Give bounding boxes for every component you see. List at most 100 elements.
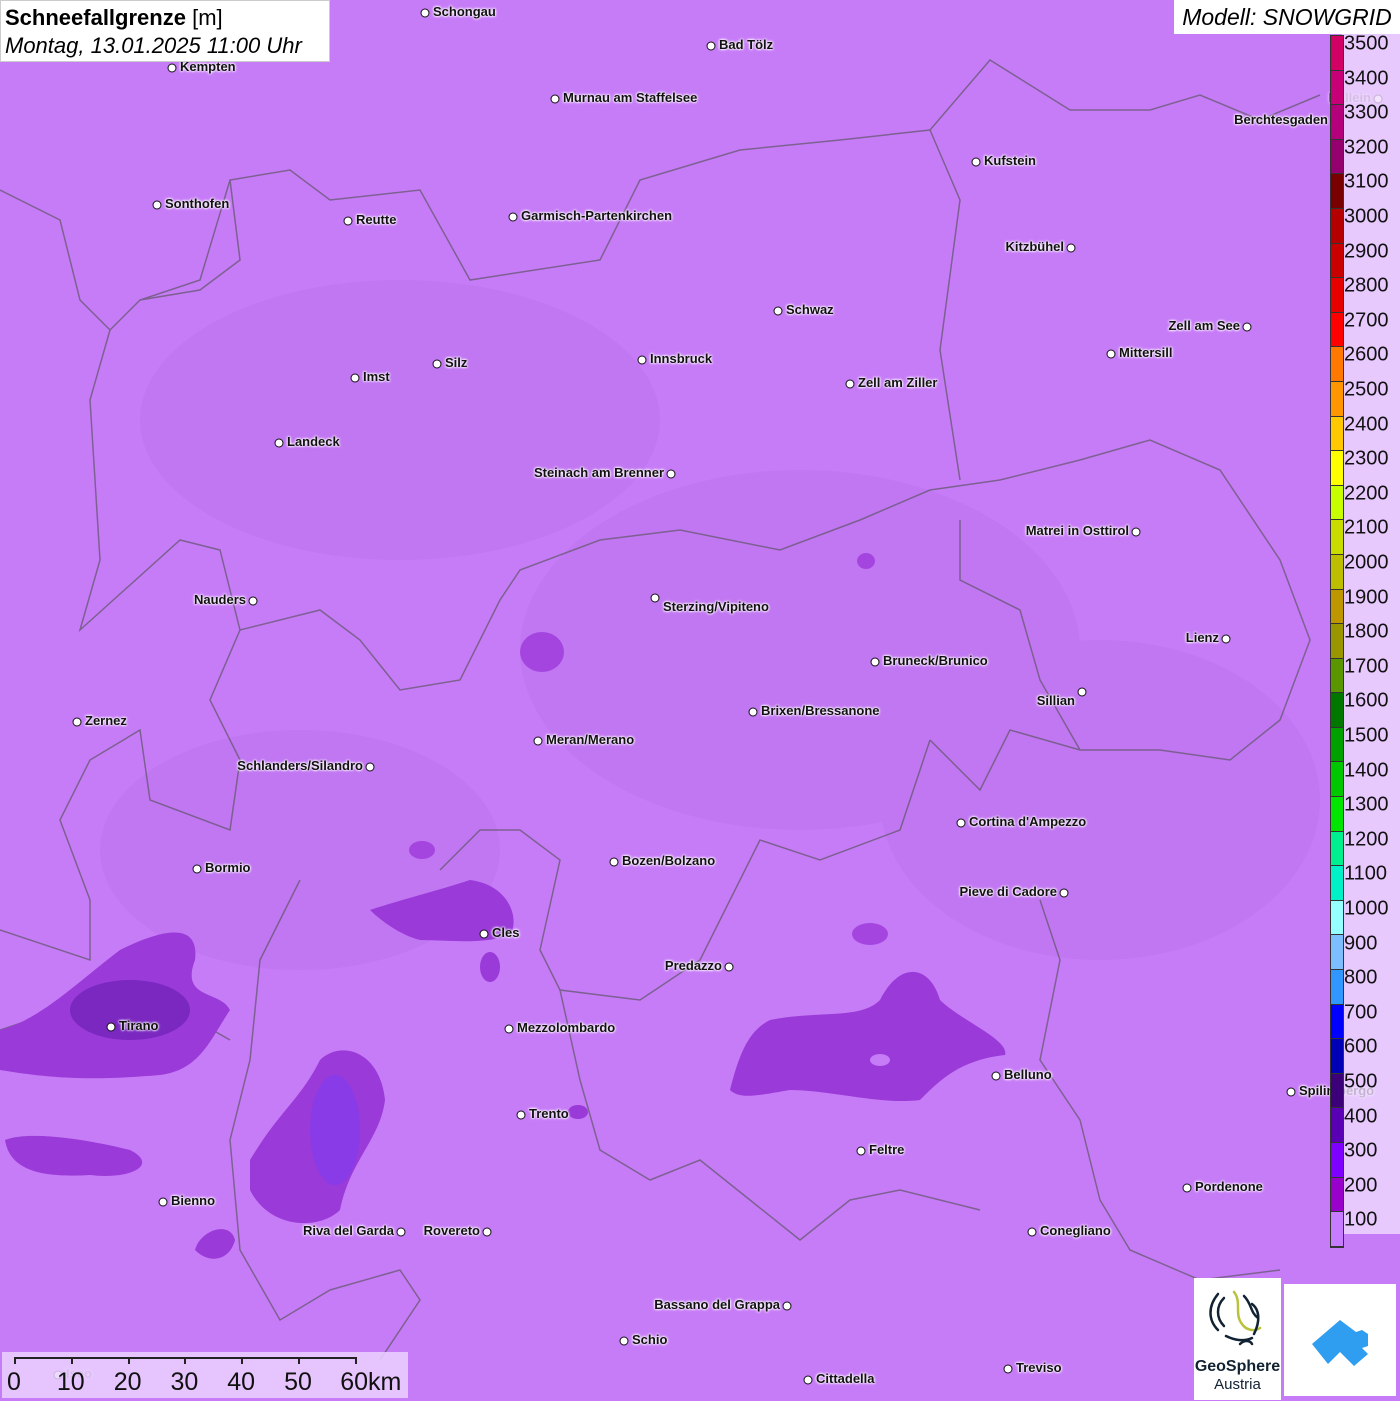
city-marker-schlanders-silandro xyxy=(365,762,375,772)
legend-bin-2500 xyxy=(1331,381,1343,417)
city-label-mezzolombardo: Mezzolombardo xyxy=(517,1020,616,1035)
scale-label: 10 xyxy=(56,1368,85,1396)
city-marker-conegliano xyxy=(1027,1227,1037,1237)
city-label-riva-del-garda: Riva del Garda xyxy=(302,1223,394,1238)
city-label-zernez: Zernez xyxy=(85,713,127,728)
scale-label: 0 xyxy=(7,1368,21,1396)
legend-bin-2700 xyxy=(1331,312,1343,348)
city-label-lienz: Lienz xyxy=(1185,630,1219,645)
legend-label-3400: 3400 xyxy=(1344,67,1389,90)
legend-label-1800: 1800 xyxy=(1344,620,1389,643)
city-label-schlanders-silandro: Schlanders/Silandro xyxy=(237,758,363,773)
city-marker-garmisch-partenkirchen xyxy=(508,212,518,222)
legend-bin-2600 xyxy=(1331,347,1343,382)
city-label-feltre: Feltre xyxy=(869,1142,905,1157)
city-label-cortina-d-ampezzo: Cortina d'Ampezzo xyxy=(969,814,1087,829)
city-marker-bienno xyxy=(158,1197,168,1207)
legend-label-1700: 1700 xyxy=(1344,655,1389,678)
city-label-cles: Cles xyxy=(492,925,520,940)
city-marker-pieve-di-cadore xyxy=(1059,888,1069,898)
city-marker-kitzb-hel xyxy=(1066,243,1076,253)
legend-label-600: 600 xyxy=(1344,1035,1378,1058)
legend-bin-2000 xyxy=(1331,554,1343,590)
legend-label-3500: 3500 xyxy=(1344,32,1389,55)
scale-tick xyxy=(70,1357,73,1364)
city-marker-silz xyxy=(432,359,442,369)
city-label-innsbruck: Innsbruck xyxy=(650,351,713,366)
city-label-murnau-am-staffelsee: Murnau am Staffelsee xyxy=(563,90,698,105)
legend-bin-900 xyxy=(1331,935,1343,971)
legend-label-2600: 2600 xyxy=(1344,343,1389,366)
legend-bin-2200 xyxy=(1331,485,1343,521)
map-title: Schneefallgrenze xyxy=(5,5,186,30)
legend-label-100: 100 xyxy=(1344,1208,1378,1231)
geosphere-logo[interactable]: GeoSphere Austria xyxy=(1194,1278,1281,1400)
geosphere-name: GeoSphere xyxy=(1194,1358,1281,1375)
city-label-nauders: Nauders xyxy=(193,592,246,607)
city-label-kitzb-hel: Kitzbühel xyxy=(1005,239,1065,254)
legend-label-1900: 1900 xyxy=(1344,586,1389,609)
city-marker-bormio xyxy=(192,864,202,874)
city-label-silz: Silz xyxy=(445,355,468,370)
city-label-belluno: Belluno xyxy=(1004,1067,1052,1082)
legend-label-2000: 2000 xyxy=(1344,551,1389,574)
city-label-kufstein: Kufstein xyxy=(984,153,1036,168)
city-label-treviso: Treviso xyxy=(1016,1360,1062,1375)
legend-label-3100: 3100 xyxy=(1344,170,1389,193)
city-marker-sonthofen xyxy=(152,200,162,210)
city-marker-mezzolombardo xyxy=(504,1024,514,1034)
city-marker-cortina-d-ampezzo xyxy=(956,818,966,828)
legend-label-1500: 1500 xyxy=(1344,724,1389,747)
city-label-mittersill: Mittersill xyxy=(1119,345,1173,360)
geosphere-emblem-icon xyxy=(1209,1290,1262,1346)
city-marker-bruneck-brunico xyxy=(870,657,880,667)
legend-bin-800 xyxy=(1331,970,1343,1005)
legend-bin-3500 xyxy=(1331,36,1343,71)
scale-tick xyxy=(298,1357,300,1364)
legend-label-3200: 3200 xyxy=(1344,136,1389,159)
city-label-matrei-in-osttirol: Matrei in Osttirol xyxy=(1025,523,1129,538)
city-marker-kempten xyxy=(167,63,177,73)
legend-bin-1800 xyxy=(1331,624,1343,659)
city-marker-schwaz xyxy=(773,306,783,316)
city-label-steinach-am-brenner: Steinach am Brenner xyxy=(533,465,664,480)
scale-label: 40 xyxy=(227,1368,256,1396)
legend-label-2700: 2700 xyxy=(1344,309,1389,332)
legend-bin-3200 xyxy=(1331,139,1343,175)
legend-bin-2100 xyxy=(1331,520,1343,555)
legend-label-3300: 3300 xyxy=(1344,101,1389,124)
legend-bin-2800 xyxy=(1331,278,1343,313)
scale-label: 60km xyxy=(340,1368,402,1396)
scale-tick xyxy=(354,1357,357,1364)
legend-bin-2900 xyxy=(1331,243,1343,279)
geosphere-country: Austria xyxy=(1214,1376,1261,1393)
city-marker-nauders xyxy=(248,596,258,606)
legend-bin-3000 xyxy=(1331,208,1343,244)
legend-bin-1700 xyxy=(1331,658,1343,694)
legend-label-1200: 1200 xyxy=(1344,828,1389,851)
city-label-pieve-di-cadore: Pieve di Cadore xyxy=(959,884,1057,899)
mountain-arrow-icon xyxy=(1312,1320,1368,1366)
legend-label-700: 700 xyxy=(1344,1001,1378,1024)
legend-label-2400: 2400 xyxy=(1344,413,1389,436)
city-marker-riva-del-garda xyxy=(396,1227,406,1237)
legend-label-1300: 1300 xyxy=(1344,793,1389,816)
title-box: Schneefallgrenze [m] Montag, 13.01.2025 … xyxy=(0,0,330,62)
legend-bin-500 xyxy=(1331,1073,1343,1109)
legend-bin-1600 xyxy=(1331,693,1343,728)
city-marker-treviso xyxy=(1003,1364,1013,1374)
legend-bin-200 xyxy=(1331,1177,1343,1213)
legend-label-2200: 2200 xyxy=(1344,482,1389,505)
city-marker-lienz xyxy=(1221,634,1231,644)
legend-label-2500: 2500 xyxy=(1344,378,1389,401)
city-marker-matrei-in-osttirol xyxy=(1131,527,1141,537)
model-label: Modell: SNOWGRID xyxy=(1174,0,1400,34)
partner-logo[interactable] xyxy=(1284,1284,1396,1396)
legend-bin-700 xyxy=(1331,1004,1343,1040)
legend-bin-100 xyxy=(1331,1212,1343,1247)
city-label-pordenone: Pordenone xyxy=(1195,1179,1263,1194)
legend-bin-600 xyxy=(1331,1039,1343,1074)
legend-bin-1400 xyxy=(1331,762,1343,798)
city-label-schwaz: Schwaz xyxy=(786,302,834,317)
legend-bin-1100 xyxy=(1331,866,1343,901)
